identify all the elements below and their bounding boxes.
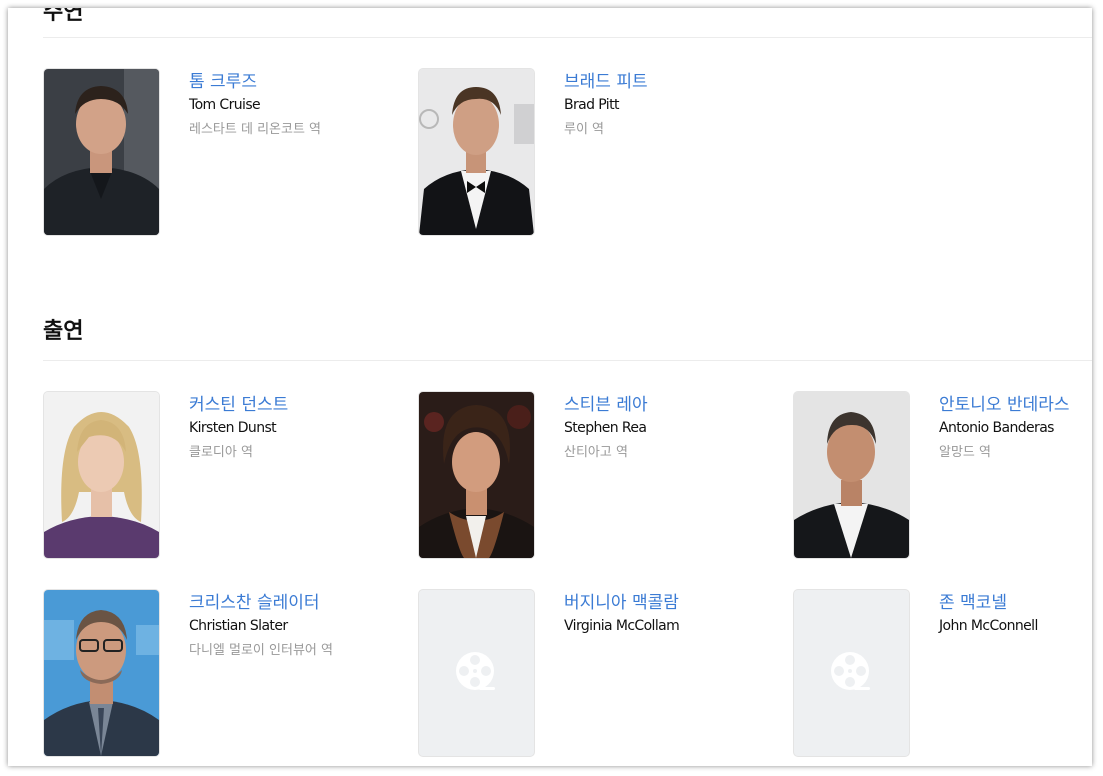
section-heading-lead: 주연 — [43, 8, 84, 25]
section-divider — [43, 360, 1092, 361]
person-card[interactable]: 브래드 피트 Brad Pitt 루이 역 — [418, 68, 758, 236]
tom-cruise-photo[interactable] — [43, 68, 160, 236]
person-card[interactable]: 버지니아 맥콜람 Virginia McCollam — [418, 589, 758, 757]
person-name-en: John McConnell — [939, 618, 1038, 634]
person-info: 커스틴 던스트 Kirsten Dunst 클로디아 역 — [189, 393, 389, 465]
person-name-ko[interactable]: 톰 크루즈 — [189, 70, 389, 94]
section-divider — [43, 37, 1092, 38]
christian-slater-photo[interactable] — [43, 589, 160, 757]
page-frame: 주연 톰 크루즈 Tom Cruise 레스타트 데 리온코트 역 브래드 피트… — [8, 8, 1092, 766]
person-info: 크리스찬 슬레이터 Christian Slater 다니엘 멀로이 인터뷰어 … — [189, 591, 389, 663]
person-role: 클로디아 역 — [189, 445, 253, 460]
brad-pitt-photo[interactable] — [418, 68, 535, 236]
person-role: 레스타트 데 리온코트 역 — [189, 122, 321, 137]
person-role: 알망드 역 — [939, 445, 991, 460]
person-name-en: Antonio Banderas — [939, 420, 1054, 436]
person-name-en: Virginia McCollam — [564, 618, 680, 634]
person-name-ko[interactable]: 안토니오 반데라스 — [939, 393, 1092, 417]
person-name-ko[interactable]: 크리스찬 슬레이터 — [189, 591, 389, 615]
person-name-ko[interactable]: 스티븐 레아 — [564, 393, 764, 417]
person-name-en: Kirsten Dunst — [189, 420, 277, 436]
person-name-en: Stephen Rea — [564, 420, 647, 436]
person-info: 브래드 피트 Brad Pitt 루이 역 — [564, 70, 764, 142]
person-name-ko[interactable]: 브래드 피트 — [564, 70, 764, 94]
person-card[interactable]: 존 맥코넬 John McConnell — [793, 589, 1092, 757]
kirsten-dunst-photo[interactable] — [43, 391, 160, 559]
person-name-ko[interactable]: 존 맥코넬 — [939, 591, 1092, 615]
person-card[interactable]: 톰 크루즈 Tom Cruise 레스타트 데 리온코트 역 — [43, 68, 383, 236]
person-name-ko[interactable]: 커스틴 던스트 — [189, 393, 389, 417]
film-reel-placeholder-icon — [455, 652, 495, 690]
person-name-en: Christian Slater — [189, 618, 288, 634]
person-role: 산티아고 역 — [564, 445, 628, 460]
person-name-ko[interactable]: 버지니아 맥콜람 — [564, 591, 764, 615]
person-info: 톰 크루즈 Tom Cruise 레스타트 데 리온코트 역 — [189, 70, 389, 142]
person-info: 스티븐 레아 Stephen Rea 산티아고 역 — [564, 393, 764, 465]
stephen-rea-photo[interactable] — [418, 391, 535, 559]
person-role: 루이 역 — [564, 122, 605, 137]
photo-placeholder[interactable] — [418, 589, 535, 757]
person-role: 다니엘 멀로이 인터뷰어 역 — [189, 643, 333, 658]
person-info: 존 맥코넬 John McConnell — [939, 591, 1092, 639]
person-info: 안토니오 반데라스 Antonio Banderas 알망드 역 — [939, 393, 1092, 465]
film-reel-placeholder-icon — [830, 652, 870, 690]
antonio-banderas-photo[interactable] — [793, 391, 910, 559]
section-heading-cast: 출연 — [43, 319, 84, 344]
person-card[interactable]: 스티븐 레아 Stephen Rea 산티아고 역 — [418, 391, 758, 559]
person-card[interactable]: 크리스찬 슬레이터 Christian Slater 다니엘 멀로이 인터뷰어 … — [43, 589, 383, 757]
cast-list: 주연 톰 크루즈 Tom Cruise 레스타트 데 리온코트 역 브래드 피트… — [43, 8, 1092, 766]
person-card[interactable]: 커스틴 던스트 Kirsten Dunst 클로디아 역 — [43, 391, 383, 559]
person-card[interactable]: 안토니오 반데라스 Antonio Banderas 알망드 역 — [793, 391, 1092, 559]
photo-placeholder[interactable] — [793, 589, 910, 757]
person-name-en: Brad Pitt — [564, 97, 619, 113]
person-info: 버지니아 맥콜람 Virginia McCollam — [564, 591, 764, 639]
person-name-en: Tom Cruise — [189, 97, 261, 113]
